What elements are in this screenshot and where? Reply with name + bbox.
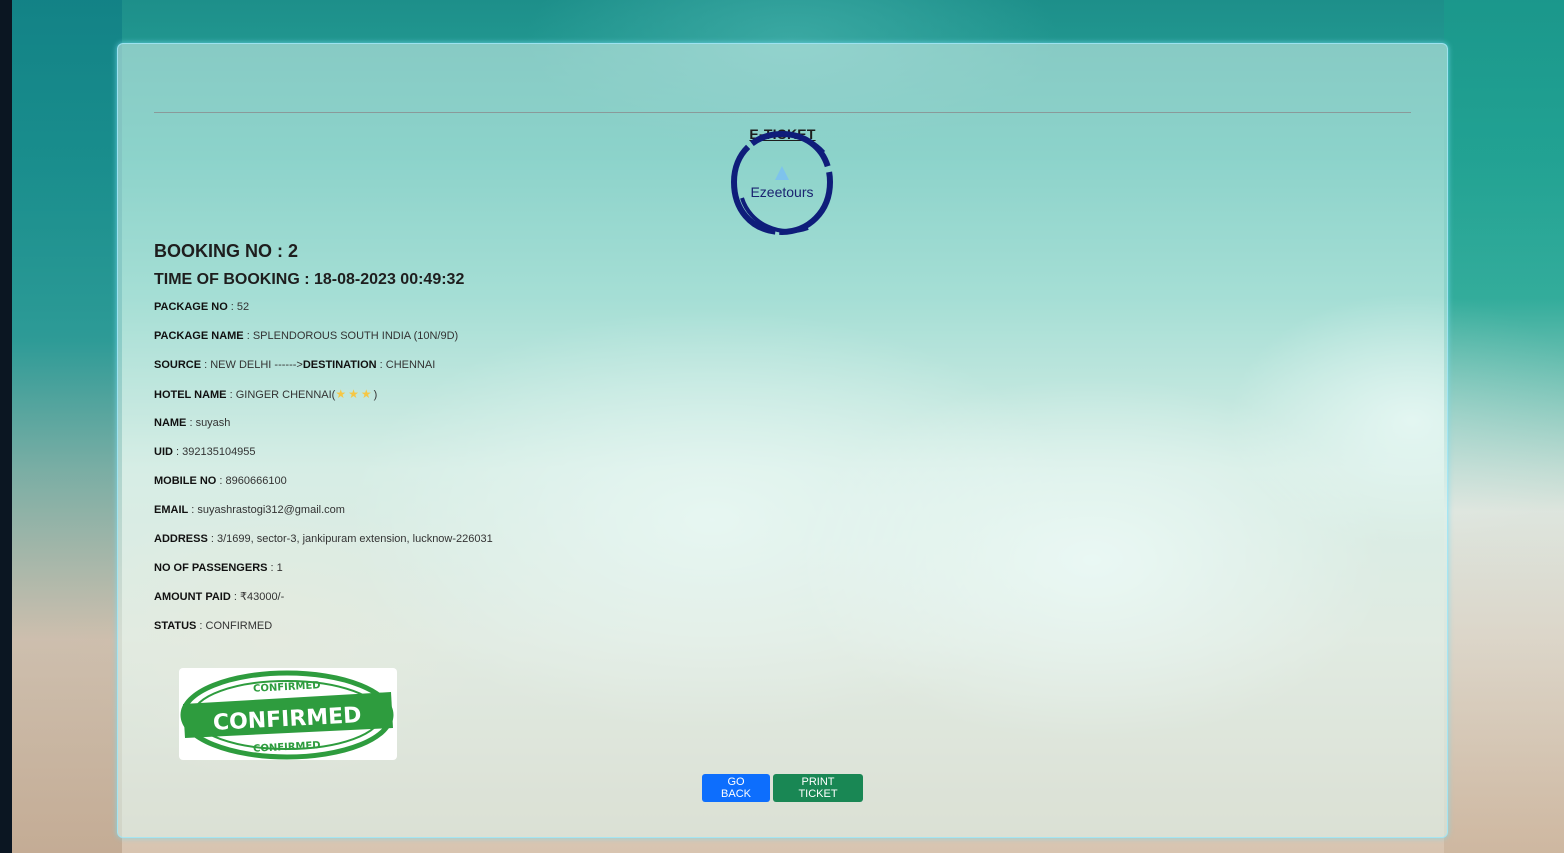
amount-row: AMOUNT PAID : ₹43000/- <box>154 591 285 603</box>
name-value: suyash <box>195 417 231 429</box>
source-value: NEW DELHI <box>210 359 272 371</box>
confirmed-stamp-icon: CONFIRMED CONFIRMED CONFIRMED <box>180 670 394 760</box>
hotel-row: HOTEL NAME : GINGER CHENNAI(★★★) <box>154 387 378 401</box>
mobile-value: 8960666100 <box>225 475 287 487</box>
email-value: suyashrastogi312@gmail.com <box>197 504 345 516</box>
title-divider <box>154 112 1411 113</box>
mobile-row: MOBILE NO : 8960666100 <box>154 475 287 487</box>
logo-text: Ezeetours <box>750 184 814 200</box>
ticket-card: E-TICKET Ezeetours BOOKING NO : 2 TIME O… <box>117 43 1448 838</box>
package-no-value: 52 <box>236 301 250 313</box>
destination-label: DESTINATION <box>302 359 377 371</box>
hotel-name-label: HOTEL NAME <box>154 389 227 401</box>
booking-number-label: BOOKING NO : <box>154 241 283 261</box>
uid-label: UID <box>154 446 173 458</box>
route-row: SOURCE : NEW DELHI ------>DESTINATION : … <box>154 359 436 371</box>
destination-value: CHENNAI <box>385 359 436 371</box>
name-label: NAME <box>154 417 187 429</box>
package-no-row: PACKAGE NO : 52 <box>154 301 250 313</box>
passengers-value: 1 <box>276 562 283 574</box>
stamp-ring-text-bottom: CONFIRMED <box>253 740 321 755</box>
booking-number: BOOKING NO : 2 <box>154 241 493 261</box>
package-name-row: PACKAGE NAME : SPLENDOROUS SOUTH INDIA (… <box>154 330 459 342</box>
stamp-ring-text-top: CONFIRMED <box>253 680 321 695</box>
booking-time: TIME OF BOOKING : 18-08-2023 00:49:32 <box>154 271 493 293</box>
source-label: SOURCE <box>154 359 202 371</box>
package-name-value: SPLENDOROUS SOUTH INDIA (10N/9D) <box>252 330 459 342</box>
route-arrow: ------> <box>274 359 303 371</box>
address-label: ADDRESS <box>154 533 208 545</box>
print-ticket-button[interactable]: PRINT TICKET <box>773 774 863 802</box>
status-label: STATUS <box>154 620 197 632</box>
booking-time-label: TIME OF BOOKING : <box>154 271 310 288</box>
booking-info: BOOKING NO : 2 TIME OF BOOKING : 18-08-2… <box>154 241 493 641</box>
mobile-label: MOBILE NO <box>154 475 217 487</box>
address-row: ADDRESS : 3/1699, sector-3, jankipuram e… <box>154 533 493 545</box>
email-label: EMAIL <box>154 504 189 516</box>
status-row: STATUS : CONFIRMED <box>154 620 273 632</box>
go-back-button[interactable]: GO BACK <box>702 774 770 802</box>
package-name-label: PACKAGE NAME <box>154 330 244 342</box>
booking-number-value: 2 <box>288 241 299 261</box>
amount-label: AMOUNT PAID <box>154 591 231 603</box>
passengers-label: NO OF PASSENGERS <box>154 562 268 574</box>
passengers-row: NO OF PASSENGERS : 1 <box>154 562 283 574</box>
package-no-label: PACKAGE NO <box>154 301 228 313</box>
uid-value: 392135104955 <box>182 446 256 458</box>
name-row: NAME : suyash <box>154 417 231 429</box>
ezeetours-logo: Ezeetours <box>728 128 836 238</box>
booking-time-value: 18-08-2023 00:49:32 <box>314 271 465 288</box>
hotel-stars-icon: ★★★ <box>335 387 374 401</box>
confirmed-stamp: CONFIRMED CONFIRMED CONFIRMED <box>179 668 397 760</box>
email-row: EMAIL : suyashrastogi312@gmail.com <box>154 504 345 516</box>
amount-value: ₹43000/- <box>239 591 285 603</box>
status-value: CONFIRMED <box>205 620 273 632</box>
address-value: 3/1699, sector-3, jankipuram extension, … <box>216 533 493 545</box>
logo-ring-icon <box>730 130 834 236</box>
hotel-name-value: GINGER CHENNAI <box>235 389 332 401</box>
uid-row: UID : 392135104955 <box>154 446 256 458</box>
